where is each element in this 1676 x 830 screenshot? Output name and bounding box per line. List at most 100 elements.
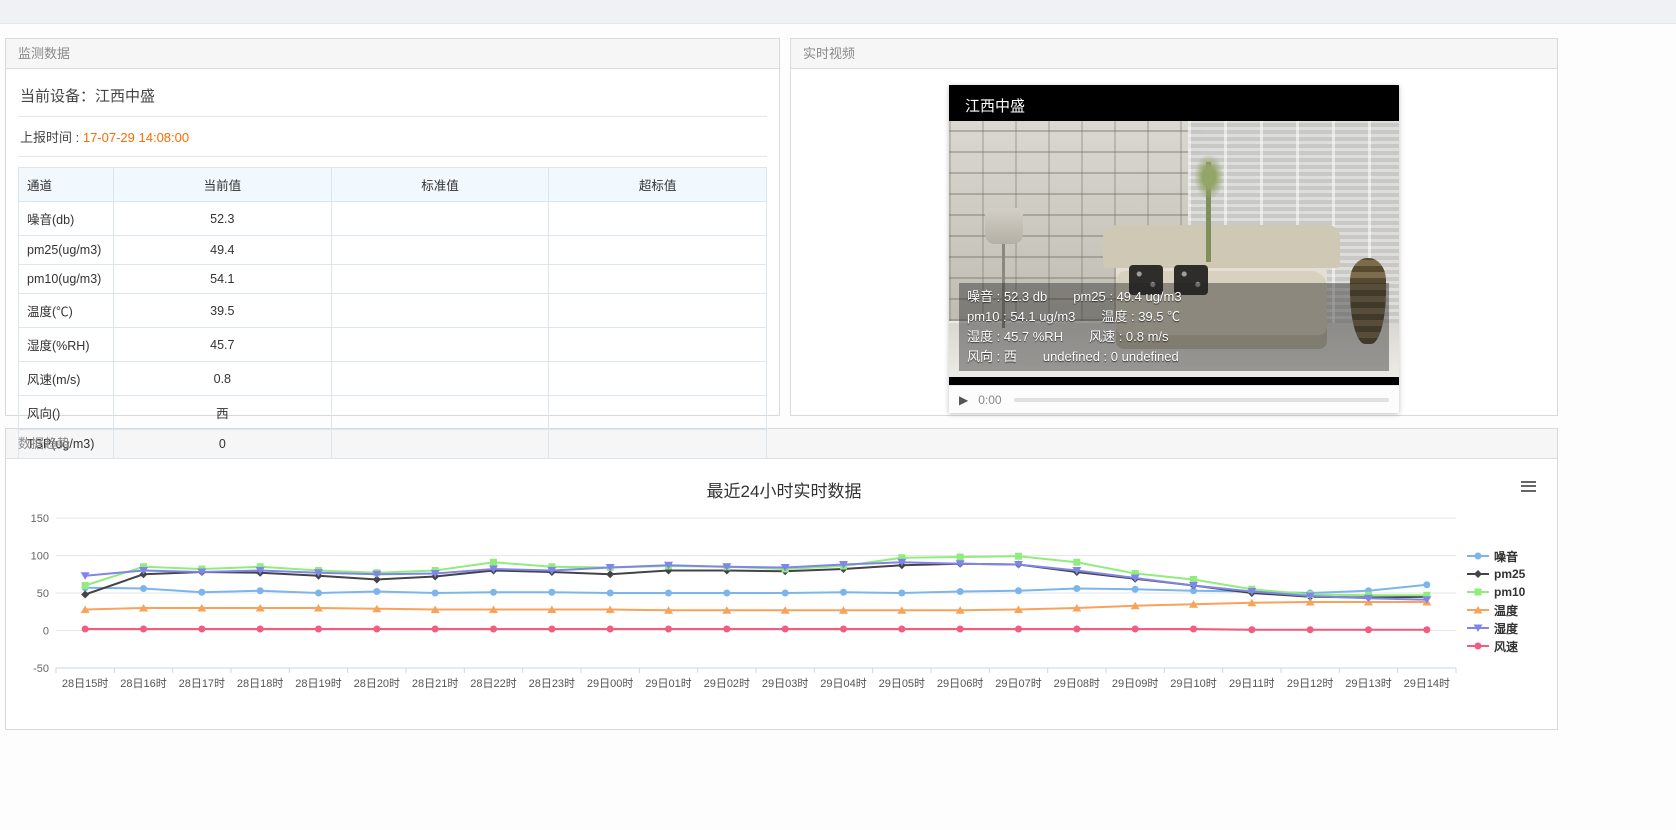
legend-label: pm10	[1494, 585, 1525, 599]
legend-label: 温度	[1494, 602, 1518, 619]
table-row: 风向() 西	[19, 396, 767, 430]
video-panel: 实时视频 江西中盛	[790, 38, 1558, 416]
cell-current: 49.4	[114, 236, 332, 265]
overlay-line: 湿度 : 45.7 %RH 风速 : 0.8 m/s	[967, 327, 1381, 347]
video-progress-bar[interactable]	[1014, 398, 1389, 402]
cell-exceed	[549, 236, 767, 265]
svg-text:29日00时: 29日00时	[587, 677, 633, 690]
legend-marker-icon	[1467, 604, 1489, 616]
svg-text:29日10时: 29日10时	[1170, 677, 1216, 690]
overlay-line: pm10 : 54.1 ug/m3 温度 : 39.5 ℃	[967, 307, 1381, 327]
chart-legend: 噪音 pm25 pm10 温度湿度风速	[1467, 547, 1551, 655]
table-row: 噪音(db) 52.3	[19, 202, 767, 236]
table-row: 湿度(%RH) 45.7	[19, 328, 767, 362]
svg-text:-50: -50	[33, 663, 49, 675]
cell-exceed	[549, 202, 767, 236]
legend-item[interactable]: 温度	[1467, 601, 1551, 619]
legend-marker-icon	[1467, 586, 1489, 598]
svg-text:28日22时: 28日22时	[470, 677, 516, 690]
legend-label: 风速	[1494, 638, 1518, 655]
svg-text:28日21时: 28日21时	[412, 677, 458, 690]
legend-item[interactable]: 风速	[1467, 637, 1551, 655]
table-row: 风速(m/s) 0.8	[19, 362, 767, 396]
svg-text:29日08时: 29日08时	[1054, 677, 1100, 690]
cell-exceed	[549, 430, 767, 459]
svg-text:29日11时: 29日11时	[1229, 677, 1275, 690]
legend-label: 噪音	[1494, 548, 1518, 565]
svg-text:28日17时: 28日17时	[179, 677, 225, 690]
overlay-line: 风向 : 西 undefined : 0 undefined	[967, 347, 1381, 367]
svg-text:29日03时: 29日03时	[762, 677, 808, 690]
cell-channel: 风向()	[19, 396, 114, 430]
svg-text:29日04时: 29日04时	[820, 677, 866, 690]
cell-channel: pm10(ug/m3)	[19, 265, 114, 294]
cell-standard	[331, 294, 549, 328]
legend-label: pm25	[1494, 567, 1525, 581]
cell-channel: 风速(m/s)	[19, 362, 114, 396]
svg-text:29日07时: 29日07时	[995, 677, 1041, 690]
current-device-label: 当前设备：江西中盛	[18, 77, 767, 117]
legend-item[interactable]: 噪音	[1467, 547, 1551, 565]
cell-channel: pm25(ug/m3)	[19, 236, 114, 265]
video-device-title: 江西中盛	[965, 95, 1025, 116]
svg-text:29日09时: 29日09时	[1112, 677, 1158, 690]
chart-title: 最近24小时实时数据	[11, 477, 1557, 502]
video-controls: ▶ 0:00	[949, 385, 1399, 413]
col-header-channel: 通道	[19, 168, 114, 202]
table-row: 温度(℃) 39.5	[19, 294, 767, 328]
cell-current: 45.7	[114, 328, 332, 362]
table-row: TSP(ug/m3) 0	[19, 430, 767, 459]
svg-text:29日06时: 29日06时	[937, 677, 983, 690]
svg-text:28日16时: 28日16时	[120, 677, 166, 690]
legend-item[interactable]: pm25	[1467, 565, 1551, 583]
legend-item[interactable]: pm10	[1467, 583, 1551, 601]
legend-marker-icon	[1467, 568, 1489, 580]
cell-channel: 噪音(db)	[19, 202, 114, 236]
chart-menu-icon[interactable]	[1517, 475, 1541, 495]
col-header-current: 当前值	[114, 168, 332, 202]
cell-standard	[331, 362, 549, 396]
svg-text:28日20时: 28日20时	[354, 677, 400, 690]
svg-text:28日18时: 28日18时	[237, 677, 283, 690]
legend-marker-icon	[1467, 622, 1489, 634]
cell-current: 0	[114, 430, 332, 459]
svg-text:50: 50	[37, 588, 49, 600]
svg-text:29日12时: 29日12时	[1287, 677, 1333, 690]
legend-item[interactable]: 湿度	[1467, 619, 1551, 637]
svg-text:28日23时: 28日23时	[529, 677, 575, 690]
report-time-label: 上报时间 :	[20, 130, 83, 145]
cell-current: 39.5	[114, 294, 332, 328]
trend-chart-canvas: -5005010015028日15时28日16时28日17时28日18时28日1…	[11, 510, 1551, 710]
video-time: 0:00	[978, 393, 1001, 407]
cell-current: 52.3	[114, 202, 332, 236]
monitor-panel: 监测数据 当前设备：江西中盛 上报时间 : 17-07-29 14:08:00 …	[5, 38, 780, 416]
play-icon[interactable]: ▶	[959, 393, 968, 407]
svg-text:100: 100	[31, 551, 49, 563]
cell-channel: 温度(℃)	[19, 294, 114, 328]
legend-marker-icon	[1467, 550, 1489, 562]
cell-current: 西	[114, 396, 332, 430]
report-time-line: 上报时间 : 17-07-29 14:08:00	[18, 117, 767, 157]
svg-text:29日02时: 29日02时	[704, 677, 750, 690]
video-player[interactable]: 江西中盛 噪音 : 52.3 db pm25 : 49.4 ug/m3	[949, 85, 1399, 385]
cell-standard	[331, 396, 549, 430]
monitor-panel-title: 监测数据	[6, 39, 779, 69]
table-row: pm25(ug/m3) 49.4	[19, 236, 767, 265]
col-header-exceed: 超标值	[549, 168, 767, 202]
monitor-table: 通道 当前值 标准值 超标值 噪音(db) 52.3 pm25(ug/m3)	[18, 167, 767, 459]
cell-exceed	[549, 294, 767, 328]
svg-text:0: 0	[43, 626, 49, 638]
cell-exceed	[549, 328, 767, 362]
cell-channel: 湿度(%RH)	[19, 328, 114, 362]
cell-exceed	[549, 265, 767, 294]
legend-label: 湿度	[1494, 620, 1518, 637]
cell-exceed	[549, 362, 767, 396]
cell-standard	[331, 328, 549, 362]
scene-plant	[1206, 162, 1211, 262]
svg-text:150: 150	[31, 513, 49, 525]
trend-panel: 数据趋势 最近24小时实时数据 -5005010015028日15时28日16时…	[5, 428, 1558, 730]
report-time-value: 17-07-29 14:08:00	[83, 130, 189, 145]
legend-marker-icon	[1467, 640, 1489, 652]
cell-exceed	[549, 396, 767, 430]
cell-standard	[331, 265, 549, 294]
